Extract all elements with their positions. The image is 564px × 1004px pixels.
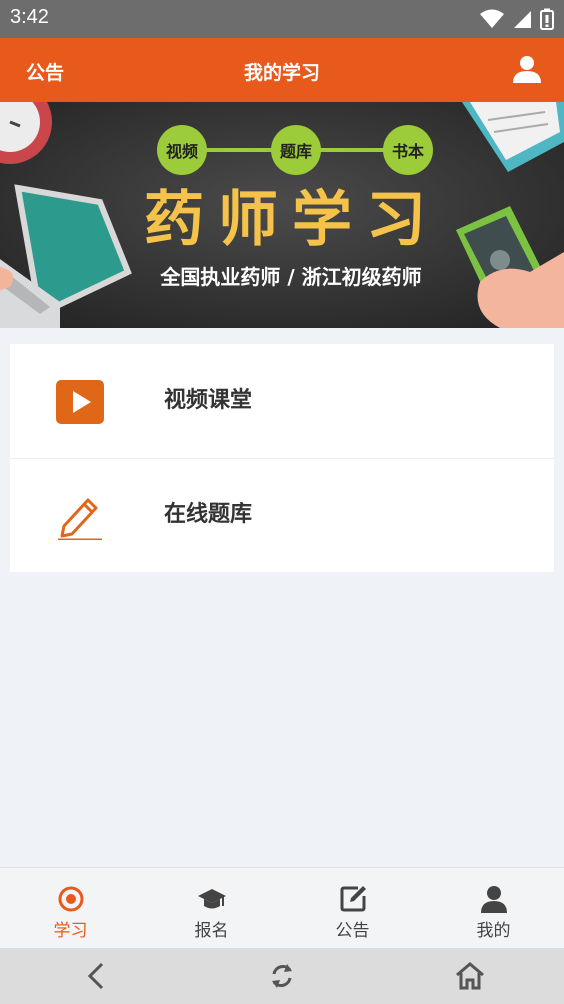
signal-icon xyxy=(514,11,531,28)
edit-icon xyxy=(340,886,366,912)
banner-chip-questions: 题库 xyxy=(280,142,312,161)
tab-signup[interactable]: 报名 xyxy=(141,868,282,948)
tab-label: 公告 xyxy=(335,921,370,941)
user-icon xyxy=(481,886,507,913)
tab-study[interactable]: 学习 xyxy=(0,868,141,948)
user-icon[interactable] xyxy=(512,54,542,88)
graduation-cap-icon xyxy=(198,889,226,909)
status-bar: 3:42 xyxy=(0,0,564,38)
banner-title: 药师学习 xyxy=(144,185,440,255)
app-header: 公告 我的学习 xyxy=(0,38,564,102)
play-icon xyxy=(56,380,104,424)
menu-item-label: 视频课堂 xyxy=(164,388,253,413)
tab-label: 我的 xyxy=(476,921,511,941)
wifi-icon xyxy=(480,9,504,28)
status-icons xyxy=(480,8,554,30)
banner-subtitle: 全国执业药师 / 浙江初级药师 xyxy=(159,265,421,289)
tab-mine[interactable]: 我的 xyxy=(423,868,564,948)
banner-chip-books: 书本 xyxy=(392,142,424,161)
study-menu: 视频课堂 在线题库 xyxy=(10,344,554,572)
rotate-icon[interactable] xyxy=(266,960,298,992)
target-icon xyxy=(58,886,84,912)
page-title: 我的学习 xyxy=(243,62,320,84)
tab-label: 报名 xyxy=(194,921,229,941)
home-icon[interactable] xyxy=(454,960,486,992)
status-time: 3:42 xyxy=(10,6,49,28)
bottom-tab-bar: 学习 报名 公告 我的 xyxy=(0,867,564,948)
menu-item-online-questions[interactable]: 在线题库 xyxy=(10,458,554,572)
battery-icon xyxy=(540,8,554,30)
back-icon[interactable] xyxy=(80,960,112,992)
menu-item-label: 在线题库 xyxy=(164,502,253,527)
system-nav-bar xyxy=(0,948,564,1004)
menu-item-video-class[interactable]: 视频课堂 xyxy=(10,344,554,459)
tab-announcement[interactable]: 公告 xyxy=(282,868,423,948)
pencil-icon xyxy=(58,498,102,540)
banner-chip-video: 视频 xyxy=(166,142,198,161)
promo-banner[interactable]: 视频 题库 书本 药师学习 全国执业药师 / 浙江初级药师 xyxy=(0,102,564,328)
tab-label: 学习 xyxy=(53,921,88,941)
